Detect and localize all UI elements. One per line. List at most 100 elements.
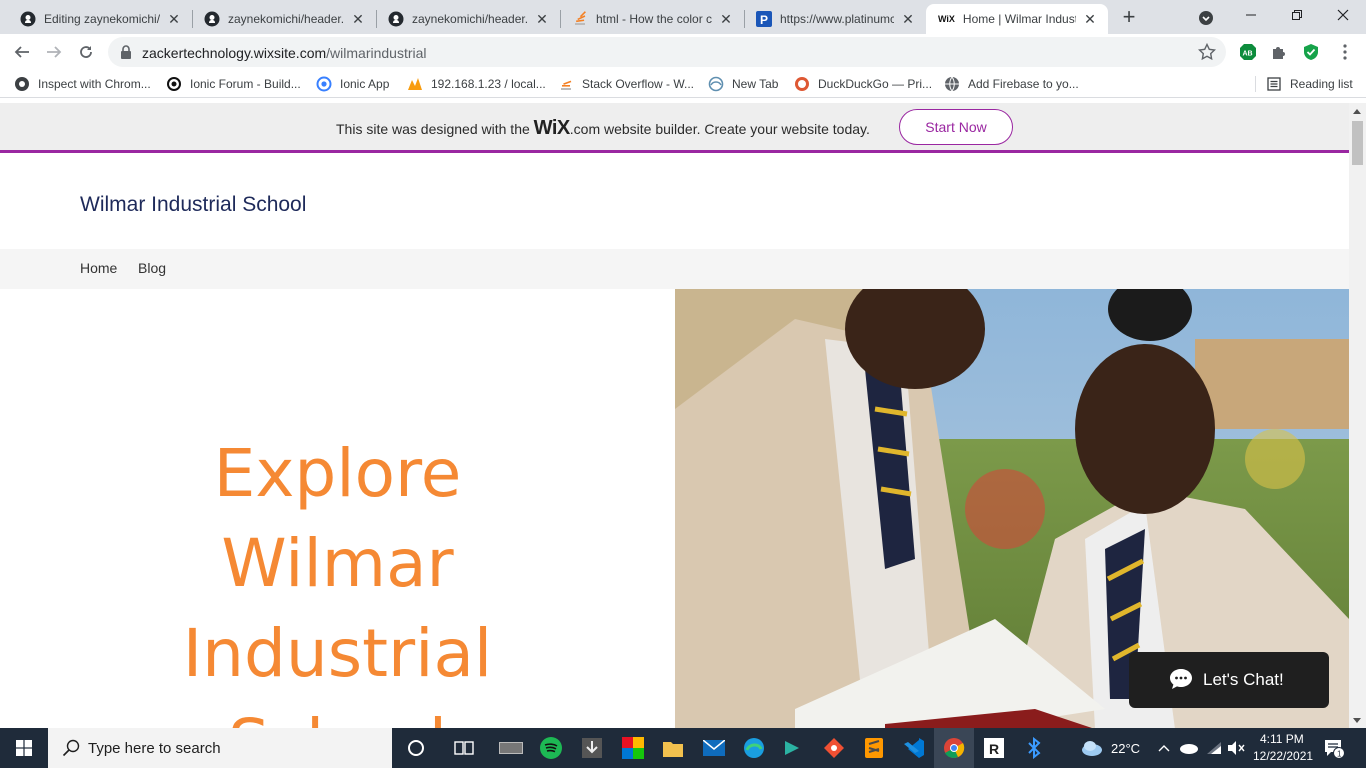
github-icon [204,11,220,27]
browser-tab[interactable]: html - How the color c ✕ [560,4,744,34]
bookmarks-bar: Inspect with Chrom... Ionic Forum - Buil… [0,70,1366,98]
back-button[interactable] [8,38,36,66]
edge-browser-icon[interactable] [742,736,766,760]
git-kraken-icon[interactable] [822,736,846,760]
close-icon[interactable]: ✕ [534,11,550,27]
windows-start-icon[interactable] [0,728,48,768]
bookmark-item[interactable]: Ionic App [316,75,389,93]
r-app-icon[interactable]: R [982,736,1006,760]
vscode-icon[interactable] [902,736,926,760]
scroll-down-arrow[interactable] [1353,718,1361,723]
close-icon[interactable]: ✕ [718,11,734,27]
bookmark-label: Ionic Forum - Build... [190,77,301,91]
globe-icon [944,76,960,92]
clock-time[interactable]: 4:11 PM [1260,732,1304,746]
browser-toolbar: zackertechnology.wixsite.com/wilmarindus… [0,34,1366,70]
page-scrollbar[interactable] [1349,103,1366,728]
chat-widget-button[interactable]: Let's Chat! [1129,652,1329,708]
mail-icon[interactable] [702,736,726,760]
github-icon [388,11,404,27]
chrome-icon[interactable] [942,736,966,760]
hero-line: Industrial [182,615,493,692]
close-icon[interactable]: ✕ [350,11,366,27]
github-icon [20,11,36,27]
hero-line: School [0,699,675,728]
bookmark-star-icon[interactable] [1197,42,1217,66]
restore-button[interactable] [1274,0,1320,30]
browser-tab[interactable]: P https://www.platinumc ✕ [744,4,926,34]
bookmark-item[interactable]: Inspect with Chrom... [14,75,151,93]
downloads-icon[interactable] [580,736,604,760]
new-tab-button[interactable]: + [1116,6,1142,30]
hero-text-panel: Explore Wilmar Industrial School [0,289,675,728]
keyboard-app-icon[interactable] [499,736,523,760]
onedrive-cloud-icon[interactable] [1177,736,1201,760]
volume-muted-icon[interactable] [1224,736,1248,760]
svg-text:R: R [989,741,999,757]
shield-check-icon[interactable] [1300,41,1322,63]
minimize-button[interactable] [1228,0,1274,30]
browser-tab[interactable]: Editing zaynekomichi/ ✕ [8,4,192,34]
chevron-up-icon[interactable] [1152,736,1176,760]
svg-text:P: P [760,13,768,27]
bookmark-label: Stack Overflow - W... [582,77,695,91]
menu-dots-icon[interactable] [1334,41,1356,63]
nav-blog[interactable]: Blog [138,260,166,276]
bookmark-item[interactable]: DuckDuckGo — Pri... [794,75,932,93]
photos-app-icon[interactable] [621,736,645,760]
scroll-up-arrow[interactable] [1353,109,1361,114]
weather-temp[interactable]: 22°C [1111,741,1140,756]
file-explorer-icon[interactable] [661,736,685,760]
tab-title: zaynekomichi/header. [228,12,344,26]
chat-label: Let's Chat! [1203,670,1284,689]
page-viewport: This site was designed with the WiX.com … [0,103,1349,728]
bookmark-item[interactable]: New Tab [708,75,778,93]
terminal-app-icon[interactable] [782,736,806,760]
cortana-icon[interactable] [404,736,428,760]
taskbar-search-box[interactable]: Type here to search [48,728,392,768]
bluetooth-app-icon[interactable] [1022,736,1046,760]
tab-title: https://www.platinumc [780,12,894,26]
reading-list-button[interactable]: Reading list [1266,75,1353,93]
bookmark-item[interactable]: Add Firebase to yo... [944,75,1079,93]
site-nav: Home Blog [0,249,1349,289]
clock-date[interactable]: 12/22/2021 [1253,749,1313,763]
close-icon[interactable]: ✕ [1082,11,1098,27]
tab-search-icon[interactable] [1196,8,1216,28]
address-bar[interactable]: zackertechnology.wixsite.com/wilmarindus… [108,37,1226,67]
abp-extension-icon[interactable]: AB [1237,41,1259,63]
sublime-text-icon[interactable] [862,736,886,760]
wifi-icon[interactable] [1202,736,1226,760]
bookmark-label: Inspect with Chrom... [38,77,151,91]
notifications-icon[interactable]: 1 [1322,736,1346,760]
browser-tab-active[interactable]: WiX Home | Wilmar Indust ✕ [926,4,1108,34]
extensions-puzzle-icon[interactable] [1268,41,1290,63]
close-icon[interactable]: ✕ [900,11,916,27]
bookmark-item[interactable]: 192.168.1.23 / local... [407,75,546,93]
spotify-icon[interactable] [539,736,563,760]
bookmark-item[interactable]: Stack Overflow - W... [558,75,694,93]
bookmarks-divider [1255,76,1256,92]
nav-home[interactable]: Home [80,260,117,276]
tab-title: html - How the color c [596,12,712,26]
scroll-thumb[interactable] [1352,121,1363,165]
stackoverflow-icon [572,11,588,27]
browser-tab[interactable]: zaynekomichi/header. ✕ [192,4,376,34]
phpmyadmin-icon [407,76,423,92]
wix-logo: WiX [533,117,571,139]
reading-list-label: Reading list [1290,77,1353,91]
browser-tab[interactable]: zaynekomichi/header. ✕ [376,4,560,34]
task-view-icon[interactable] [452,736,476,760]
close-window-button[interactable] [1320,0,1366,30]
reload-button[interactable] [72,38,100,66]
bookmark-item[interactable]: Ionic Forum - Build... [166,75,301,93]
tab-title: Home | Wilmar Indust [962,12,1076,26]
url-text: zackertechnology.wixsite.com/wilmarindus… [142,45,427,61]
forward-button[interactable] [40,38,68,66]
weather-cloud-icon[interactable] [1080,736,1104,760]
stackoverflow-icon [558,76,574,92]
site-title[interactable]: Wilmar Industrial School [80,193,306,217]
close-icon[interactable]: ✕ [166,11,182,27]
start-now-button[interactable]: Start Now [899,109,1013,145]
lock-icon[interactable] [120,45,132,64]
